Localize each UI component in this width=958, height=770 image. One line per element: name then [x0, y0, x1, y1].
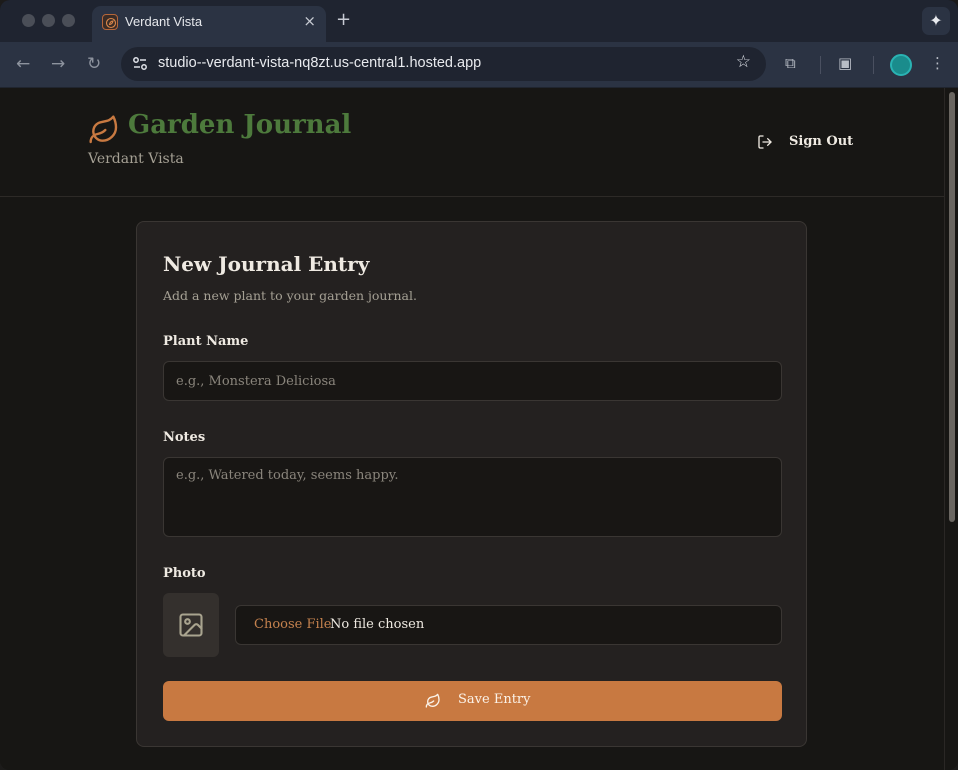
browser-tab[interactable]: Verdant Vista ×	[92, 6, 326, 42]
photo-preview	[163, 593, 219, 657]
leaf-logo-icon	[89, 115, 118, 144]
site-info-icon[interactable]	[131, 55, 149, 73]
tab-bar: Verdant Vista × + ✦	[0, 0, 958, 42]
browser-menu-icon[interactable]: ⋮	[930, 54, 945, 72]
plant-name-label: Plant Name	[163, 334, 249, 349]
scrollbar-thumb[interactable]	[949, 92, 955, 522]
favicon-icon	[102, 14, 118, 30]
browser-toolbar: ← → ↻ studio--verdant-vista-nq8zt.us-cen…	[0, 42, 958, 88]
leaf-icon	[425, 693, 440, 708]
card-description: Add a new plant to your garden journal.	[163, 288, 417, 303]
back-icon[interactable]: ←	[16, 54, 30, 74]
browser-window: Verdant Vista × + ✦ ← → ↻ studio--verdan…	[0, 0, 958, 770]
notes-label: Notes	[163, 430, 206, 445]
address-bar[interactable]: studio--verdant-vista-nq8zt.us-central1.…	[121, 47, 766, 81]
file-status-text: No file chosen	[330, 617, 425, 632]
app-header: Garden Journal Verdant Vista Sign Out	[0, 88, 944, 197]
app-title: Garden Journal	[128, 110, 352, 140]
page: Garden Journal Verdant Vista Sign Out Ne…	[0, 88, 958, 770]
sign-out-label: Sign Out	[789, 134, 854, 149]
window-close-dot[interactable]	[22, 14, 35, 27]
forward-icon[interactable]: →	[51, 54, 65, 74]
tab-title: Verdant Vista	[125, 14, 203, 29]
media-controls-icon[interactable]: ▣	[838, 54, 852, 72]
photo-file-input[interactable]: Choose File No file chosen	[235, 605, 782, 645]
new-entry-card: New Journal Entry Add a new plant to you…	[136, 221, 807, 747]
image-icon	[179, 613, 203, 637]
window-zoom-dot[interactable]	[62, 14, 75, 27]
new-tab-icon[interactable]: +	[336, 9, 351, 30]
save-entry-button[interactable]: Save Entry	[163, 681, 782, 721]
bookmark-star-icon[interactable]: ☆	[736, 52, 751, 72]
tab-close-icon[interactable]: ×	[303, 12, 316, 30]
toolbar-divider	[873, 56, 874, 74]
card-title: New Journal Entry	[163, 252, 370, 276]
log-out-icon	[758, 135, 772, 149]
gemini-icon[interactable]: ✦	[922, 7, 950, 35]
reload-icon[interactable]: ↻	[87, 54, 101, 74]
choose-file-button[interactable]: Choose File	[254, 617, 332, 632]
url-text: studio--verdant-vista-nq8zt.us-central1.…	[158, 55, 482, 71]
photo-label: Photo	[163, 566, 206, 581]
toolbar-divider	[820, 56, 821, 74]
save-entry-label: Save Entry	[458, 692, 531, 707]
notes-textarea[interactable]	[163, 457, 782, 537]
profile-avatar[interactable]	[890, 54, 912, 76]
app-subtitle: Verdant Vista	[88, 151, 184, 167]
page-scrollbar[interactable]	[944, 88, 958, 770]
plant-name-input[interactable]	[163, 361, 782, 401]
window-minimize-dot[interactable]	[42, 14, 55, 27]
extensions-icon[interactable]: ⧉	[785, 54, 796, 72]
